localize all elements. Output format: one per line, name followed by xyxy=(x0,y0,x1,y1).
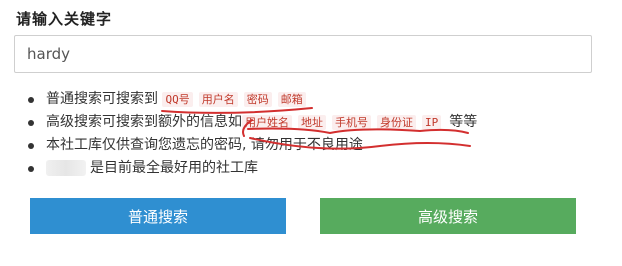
tip-advanced-suffix: 等等 xyxy=(449,114,478,130)
tip-basic-text: 普通搜索可搜索到 xyxy=(46,91,158,107)
tag-phone: 手机号 xyxy=(332,115,371,130)
tip-disclaimer-text: 本社工库仅供查询您遗忘的密码, 请勿用于不良用途 xyxy=(46,137,363,153)
search-input[interactable] xyxy=(14,35,592,73)
tips-list: 普通搜索可搜索到 QQ号 用户名 密码 邮箱 高级搜索可搜索到额外的信息如 用户姓名 地址… xyxy=(28,88,477,180)
tip-disclaimer: 本社工库仅供查询您遗忘的密码, 请勿用于不良用途 xyxy=(28,134,477,157)
tip-advanced: 高级搜索可搜索到额外的信息如 用户姓名 地址 手机号 身份证 IP 等等 xyxy=(28,111,477,134)
tag-ip: IP xyxy=(422,115,442,130)
advanced-search-button[interactable]: 高级搜索 xyxy=(320,198,576,234)
tag-email: 邮箱 xyxy=(277,92,306,107)
basic-search-button[interactable]: 普通搜索 xyxy=(30,198,286,234)
tip-best: 是目前最全最好用的社工库 xyxy=(28,157,477,180)
tag-idcard: 身份证 xyxy=(377,115,416,130)
page-title: 请输入关键字 xyxy=(16,10,113,28)
redacted-site-name xyxy=(46,160,86,176)
tip-best-text: 是目前最全最好用的社工库 xyxy=(90,160,258,176)
tag-password: 密码 xyxy=(243,92,272,107)
tag-qq: QQ号 xyxy=(162,92,193,107)
tip-basic: 普通搜索可搜索到 QQ号 用户名 密码 邮箱 xyxy=(28,88,477,111)
tag-username: 用户名 xyxy=(198,92,238,107)
tag-address: 地址 xyxy=(298,115,326,130)
tip-advanced-text: 高级搜索可搜索到额外的信息如 xyxy=(46,114,242,130)
tag-realname: 用户姓名 xyxy=(242,115,292,130)
